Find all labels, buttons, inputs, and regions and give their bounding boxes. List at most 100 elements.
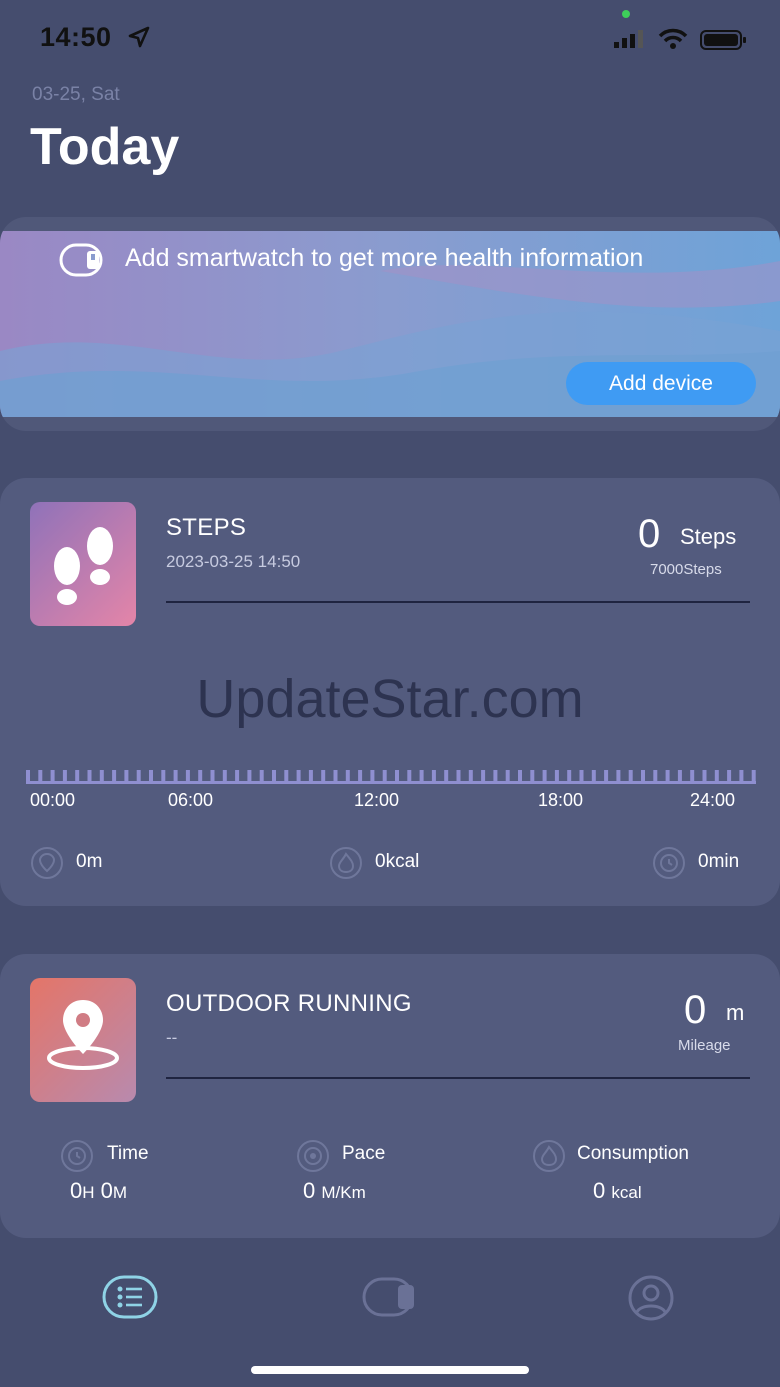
tab-device-watch-icon[interactable] — [362, 1275, 420, 1319]
timeline-tick — [493, 770, 498, 782]
timeline-label-0000: 00:00 — [30, 790, 76, 810]
steps-title: STEPS — [166, 514, 247, 541]
steps-icon-tile — [30, 502, 136, 626]
timeline-tick — [333, 770, 338, 782]
running-consumption-number: 0 — [593, 1178, 606, 1203]
calories-icon — [330, 847, 362, 879]
running-time-hours: 0 — [70, 1178, 83, 1203]
steps-value: 0 — [638, 512, 661, 556]
consumption-icon — [533, 1140, 565, 1172]
running-time-value: 0H 0M — [70, 1178, 127, 1204]
cellular-signal-icon — [614, 30, 643, 48]
timeline-tick — [345, 770, 350, 782]
steps-divider — [166, 601, 750, 603]
timeline-tick — [727, 770, 732, 782]
timeline-tick — [444, 770, 449, 782]
steps-distance: 0m — [76, 851, 103, 872]
timeline-tick — [210, 770, 215, 782]
timeline-tick — [284, 770, 289, 782]
timeline-tick — [370, 770, 375, 782]
timeline-tick — [247, 770, 252, 782]
duration-icon — [653, 847, 685, 879]
timeline-tick — [112, 770, 117, 782]
battery-icon — [700, 30, 746, 50]
timeline-tick — [665, 770, 670, 782]
running-time-minutes: 0 — [100, 1178, 113, 1203]
timeline-tick — [185, 770, 190, 782]
running-distance-unit: m — [726, 1000, 745, 1025]
timeline-tick — [38, 770, 43, 782]
banner-message: Add smartwatch to get more health inform… — [125, 244, 644, 272]
running-pace-number: 0 — [303, 1178, 316, 1203]
timeline-tick — [161, 770, 166, 782]
running-consumption-unit: kcal — [611, 1183, 642, 1202]
timeline-label-1800: 18:00 — [538, 790, 584, 810]
timeline-tick — [50, 770, 55, 782]
steps-unit: Steps — [680, 524, 737, 549]
running-time-hours-unit: H — [82, 1183, 95, 1202]
home-indicator — [251, 1366, 529, 1374]
tab-today-list-icon[interactable] — [102, 1275, 158, 1319]
pace-icon — [297, 1140, 329, 1172]
timeline-tick — [518, 770, 522, 782]
timeline-tick — [554, 770, 559, 782]
timeline-tick — [468, 770, 473, 782]
running-title: OUTDOOR RUNNING — [166, 990, 412, 1017]
running-consumption-label: Consumption — [577, 1143, 689, 1164]
location-arrow-icon — [128, 26, 150, 48]
add-device-button[interactable]: Add device — [566, 362, 756, 405]
running-divider — [166, 1077, 750, 1079]
status-time: 14:50 — [40, 22, 112, 52]
timeline-tick — [481, 770, 486, 782]
running-icon-tile — [30, 978, 136, 1102]
timeline-tick — [222, 770, 227, 782]
timeline-tick — [308, 770, 313, 782]
timeline-tick — [124, 770, 129, 782]
timeline-tick — [321, 770, 326, 782]
status-bar: 14:50 — [0, 0, 780, 80]
running-pace-value: 0 M/Km — [303, 1178, 366, 1204]
wifi-icon — [658, 28, 688, 49]
timeline-tick — [604, 770, 609, 782]
timeline-tick — [26, 770, 30, 782]
current-date: 03-25, Sat — [32, 84, 120, 105]
timeline-tick — [542, 770, 547, 782]
smartwatch-icon — [59, 243, 103, 277]
running-subtitle: -- — [166, 1028, 178, 1047]
timeline-tick — [296, 770, 301, 782]
running-consumption-value: 0 kcal — [593, 1178, 642, 1204]
running-mileage-caption: Mileage — [678, 1037, 731, 1054]
timeline-tick — [272, 770, 276, 782]
timeline-label-0600: 06:00 — [168, 790, 214, 810]
timeline-tick — [136, 770, 141, 782]
timeline-tick — [198, 770, 203, 782]
page-title: Today — [30, 118, 180, 176]
watermark-text: UpdateStar.com — [196, 669, 584, 729]
timeline-tick — [456, 770, 461, 782]
location-pin-icon — [47, 1000, 119, 1070]
steps-datetime: 2023-03-25 14:50 — [166, 552, 301, 571]
timeline-tick — [395, 770, 399, 782]
running-distance-value: 0 — [684, 988, 707, 1032]
steps-duration: 0min — [698, 851, 740, 872]
tab-profile-icon[interactable] — [624, 1275, 678, 1321]
steps-timeline-chart — [26, 770, 756, 784]
timeline-tick — [653, 770, 658, 782]
timeline-tick — [382, 770, 387, 782]
timeline-tick — [677, 770, 682, 782]
timeline-tick — [530, 770, 535, 782]
steps-goal: 7000Steps — [650, 561, 722, 578]
timeline-tick — [567, 770, 572, 782]
distance-icon — [31, 847, 63, 879]
timeline-tick — [99, 770, 104, 782]
footprints-icon — [54, 527, 113, 605]
timeline-tick — [75, 770, 80, 782]
running-time-label: Time — [107, 1143, 149, 1164]
timeline-tick — [173, 770, 178, 782]
timeline-tick — [149, 770, 153, 782]
privacy-indicator-dot — [622, 10, 630, 18]
timeline-tick — [419, 770, 424, 782]
timeline-tick — [641, 770, 645, 782]
timeline-tick — [579, 770, 584, 782]
timeline-tick — [714, 770, 719, 782]
